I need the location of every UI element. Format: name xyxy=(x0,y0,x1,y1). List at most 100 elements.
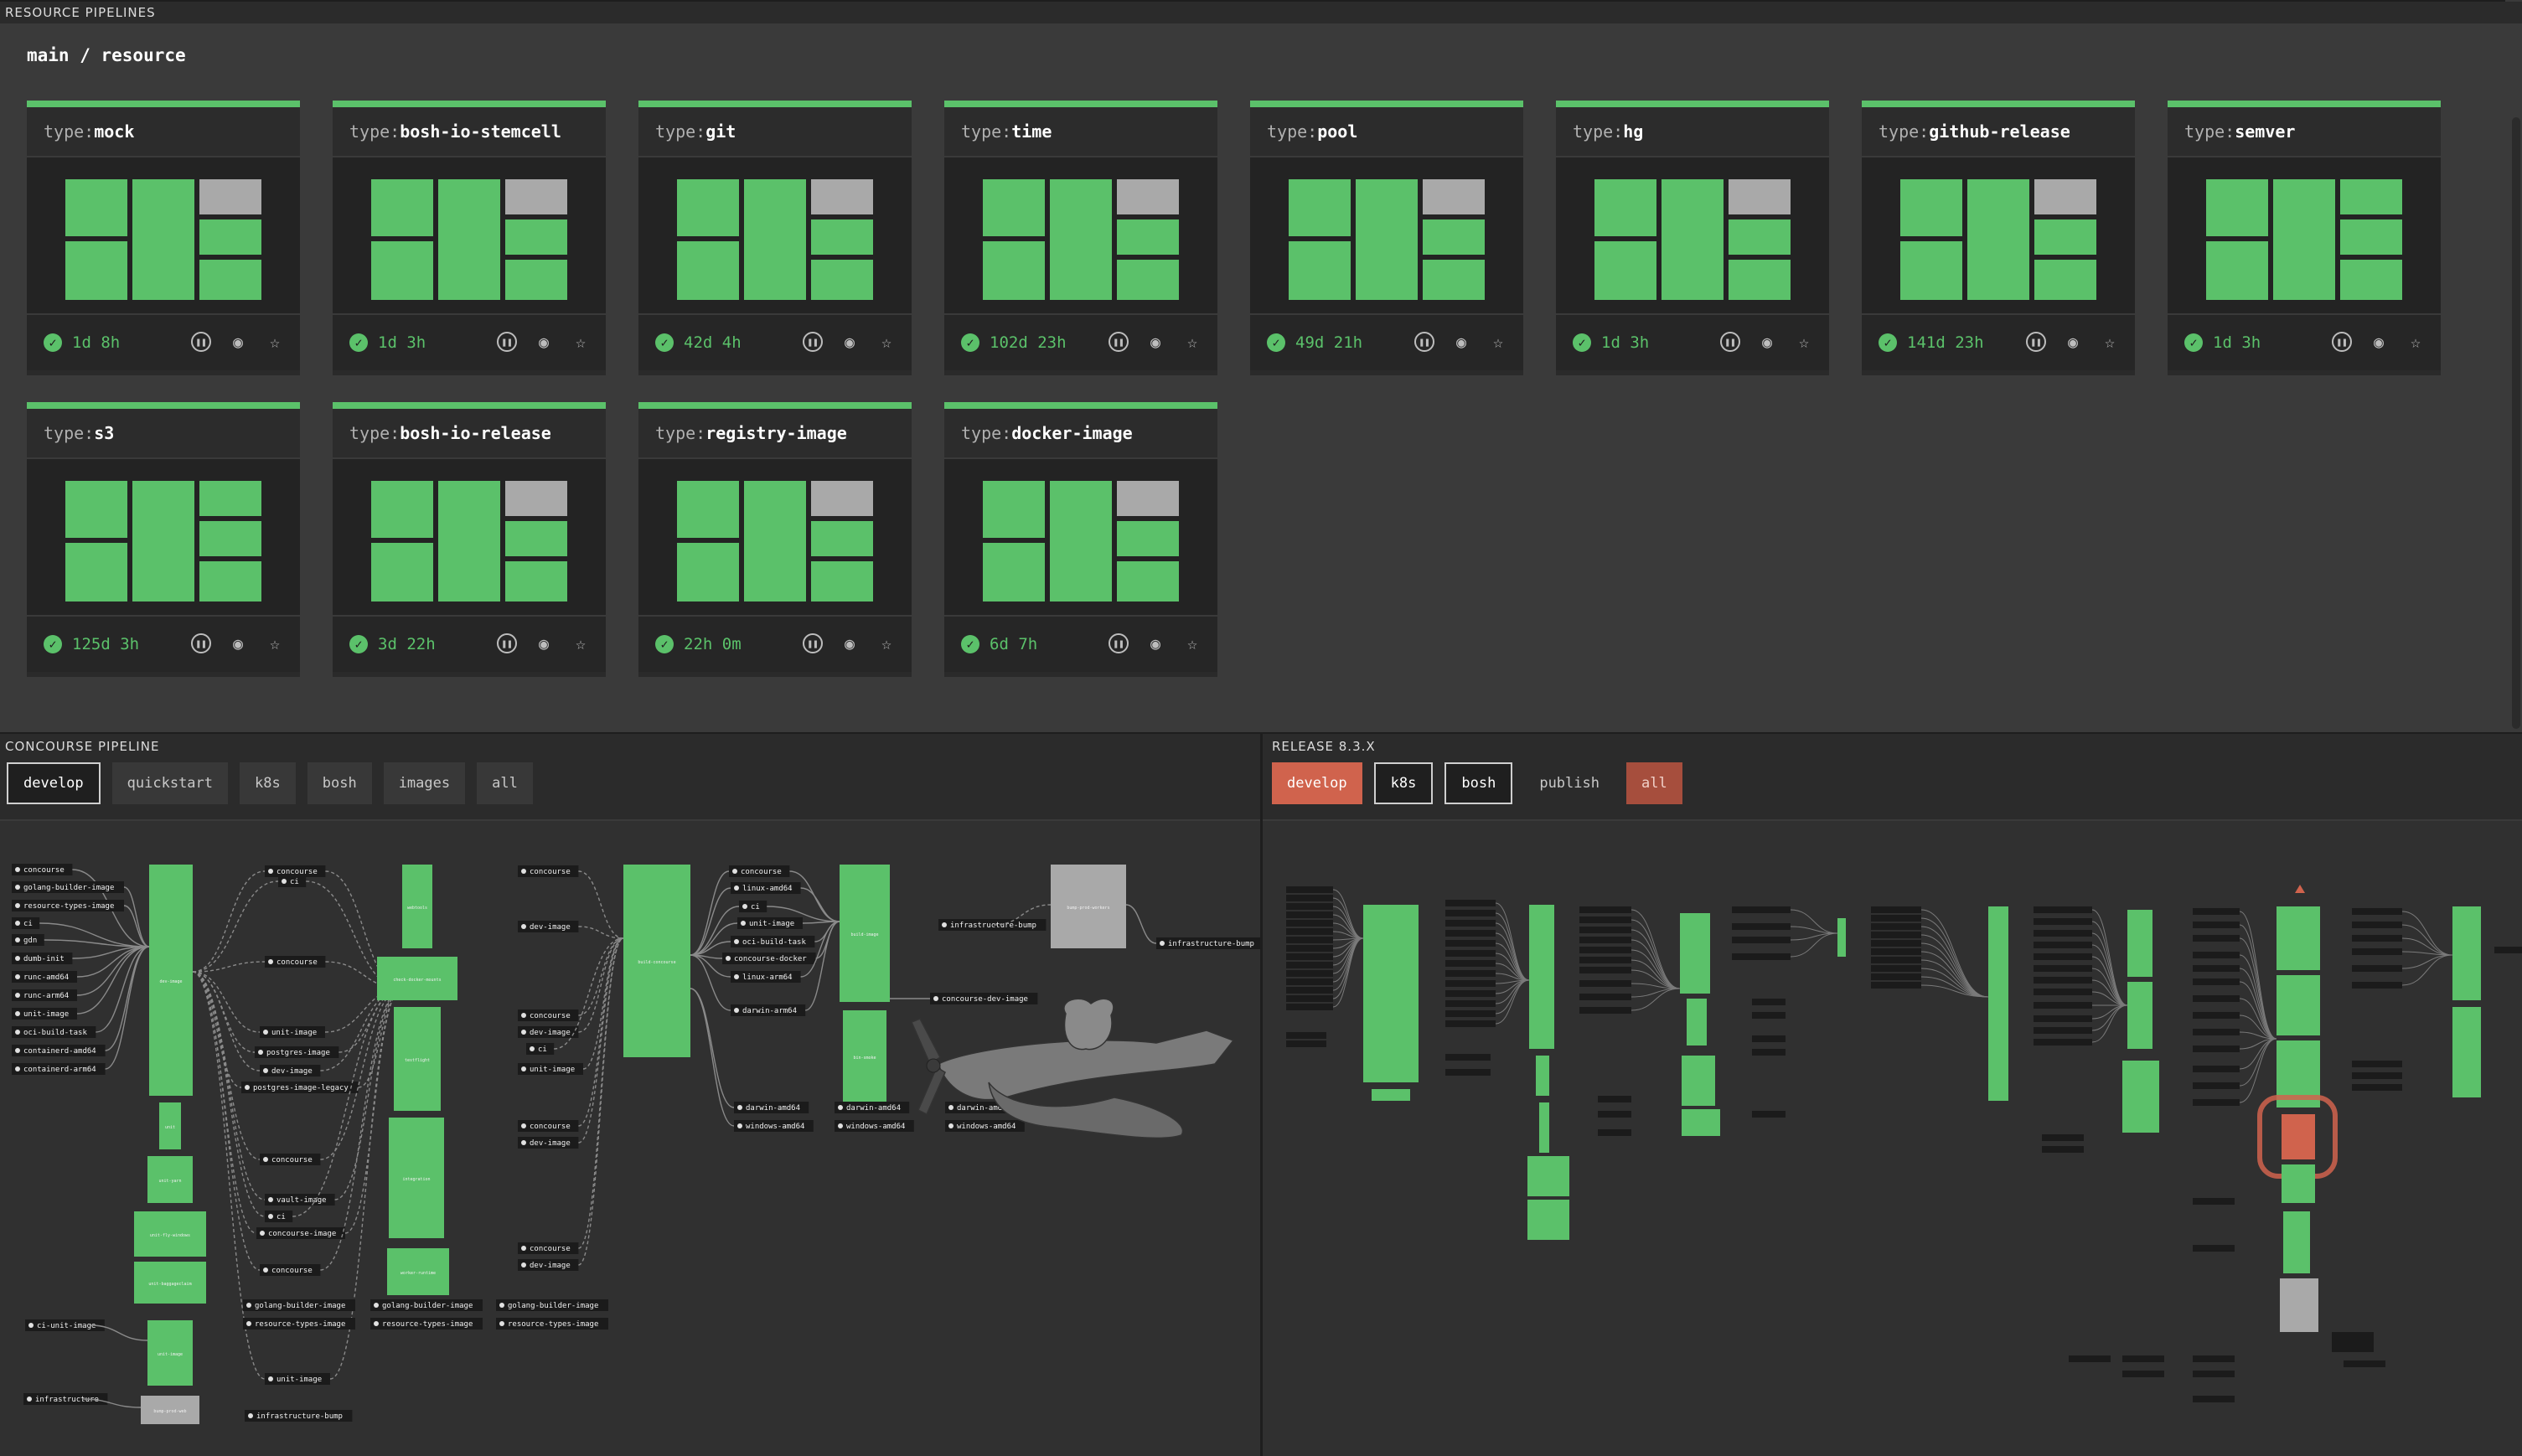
job-tile[interactable] xyxy=(505,260,567,300)
resource-node[interactable] xyxy=(2069,1355,2111,1362)
concourse-pipeline-graph[interactable]: concourse golang-builder-image resource-ty… xyxy=(0,821,1260,1456)
pipeline-card[interactable]: type: time ✓ 102d 23h ❚❚ ◉ ☆ xyxy=(944,101,1217,375)
eye-icon[interactable]: ◉ xyxy=(1145,633,1165,653)
resource-node[interactable] xyxy=(2122,1355,2164,1362)
resource-node[interactable] xyxy=(1871,973,1921,980)
pipeline-card-title[interactable]: type: github-release xyxy=(1862,107,2135,157)
resource-node[interactable] xyxy=(1579,916,1631,923)
pipeline-card-title[interactable]: type: hg xyxy=(1556,107,1829,157)
job-tile[interactable] xyxy=(677,543,739,602)
job-tile[interactable] xyxy=(199,521,261,556)
eye-icon[interactable]: ◉ xyxy=(228,332,248,352)
resource-node[interactable] xyxy=(2332,1345,2374,1352)
job-tile[interactable] xyxy=(65,481,127,538)
paused-job-tile[interactable] xyxy=(1117,481,1179,516)
job-tile[interactable] xyxy=(65,543,127,602)
resource-node[interactable] xyxy=(2352,908,2402,915)
pipeline-preview[interactable] xyxy=(1250,157,1523,313)
resource-node[interactable] xyxy=(1286,945,1333,952)
resource-node[interactable] xyxy=(1871,982,1921,989)
pipeline-card[interactable]: type: hg ✓ 1d 3h ❚❚ ◉ ☆ xyxy=(1556,101,1829,375)
pipeline-card-title[interactable]: type: registry-image xyxy=(638,409,912,459)
paused-job-tile[interactable] xyxy=(505,179,567,214)
star-icon[interactable]: ☆ xyxy=(1182,633,1202,653)
job-tile[interactable] xyxy=(811,219,873,255)
star-icon[interactable]: ☆ xyxy=(2406,332,2426,352)
pipeline-preview[interactable] xyxy=(333,459,606,615)
paused-job-tile[interactable] xyxy=(811,179,873,214)
pipeline-card[interactable]: type: git ✓ 42d 4h ❚❚ ◉ ☆ xyxy=(638,101,912,375)
resource-node[interactable] xyxy=(2193,922,2240,928)
job-tile[interactable] xyxy=(677,241,739,300)
job-node[interactable] xyxy=(1837,918,1846,957)
resource-node[interactable] xyxy=(1752,1012,1786,1019)
resource-node[interactable] xyxy=(2352,1084,2402,1091)
eye-icon[interactable]: ◉ xyxy=(840,332,860,352)
resource-node[interactable] xyxy=(2193,1396,2235,1402)
pause-icon[interactable]: ❚❚ xyxy=(2026,332,2046,352)
pause-icon[interactable]: ❚❚ xyxy=(191,633,211,653)
resource-node[interactable] xyxy=(1871,948,1921,955)
job-tile[interactable] xyxy=(65,241,127,300)
resource-node[interactable] xyxy=(2034,1027,2092,1034)
eye-icon[interactable]: ◉ xyxy=(2369,332,2389,352)
job-tile[interactable] xyxy=(2206,179,2268,236)
star-icon[interactable]: ☆ xyxy=(1794,332,1814,352)
resource-node[interactable] xyxy=(1732,906,1791,913)
pipeline-card-title[interactable]: type: bosh-io-stemcell xyxy=(333,107,606,157)
resource-node[interactable] xyxy=(1286,1040,1326,1047)
resource-node[interactable] xyxy=(2042,1146,2084,1153)
tab-images[interactable]: images xyxy=(383,762,466,804)
pipeline-preview[interactable] xyxy=(638,459,912,615)
job-tile[interactable] xyxy=(505,561,567,602)
resource-node[interactable] xyxy=(1286,1032,1326,1039)
job-tile[interactable] xyxy=(2340,179,2402,214)
job-tile[interactable] xyxy=(983,543,1045,602)
resource-node[interactable] xyxy=(2193,952,2240,958)
star-icon[interactable]: ☆ xyxy=(876,633,897,653)
resource-node[interactable] xyxy=(1445,1069,1491,1076)
resource-node[interactable] xyxy=(2193,1082,2240,1089)
resource-node[interactable] xyxy=(1579,1007,1631,1014)
resource-node[interactable] xyxy=(2034,918,2092,925)
resource-node[interactable] xyxy=(2193,1355,2235,1362)
resource-node[interactable] xyxy=(1752,1049,1786,1056)
pipeline-card[interactable]: type: semver ✓ 1d 3h ❚❚ ◉ ☆ xyxy=(2168,101,2441,375)
resource-node[interactable] xyxy=(2122,1371,2164,1377)
resource-node[interactable] xyxy=(2193,1371,2235,1377)
pipeline-preview[interactable] xyxy=(333,157,606,313)
resource-node[interactable] xyxy=(1579,994,1631,1000)
job-tile[interactable] xyxy=(1967,179,2029,300)
resource-node[interactable] xyxy=(1286,987,1333,994)
resource-node[interactable] xyxy=(1445,920,1496,927)
resource-node[interactable] xyxy=(1286,903,1333,910)
resource-node[interactable] xyxy=(1732,937,1791,943)
resource-node[interactable] xyxy=(1286,928,1333,935)
eye-icon[interactable]: ◉ xyxy=(840,633,860,653)
job-tile[interactable] xyxy=(199,260,261,300)
resource-node[interactable] xyxy=(2193,1245,2235,1252)
resource-node[interactable] xyxy=(1286,970,1333,977)
resource-node[interactable] xyxy=(2193,1066,2240,1072)
job-tile[interactable] xyxy=(983,179,1045,236)
resource-node[interactable] xyxy=(1286,995,1333,1002)
star-icon[interactable]: ☆ xyxy=(1488,332,1508,352)
resource-node[interactable] xyxy=(2034,1039,2092,1046)
resource-node[interactable] xyxy=(2034,906,2092,913)
job-node[interactable] xyxy=(1527,1156,1569,1196)
resource-node[interactable] xyxy=(1732,953,1791,960)
resource-node[interactable] xyxy=(1286,1004,1333,1010)
resource-node[interactable] xyxy=(2193,1029,2240,1035)
resource-node[interactable] xyxy=(1598,1129,1631,1136)
pipeline-preview[interactable] xyxy=(27,157,300,313)
resource-node[interactable] xyxy=(2332,1339,2374,1345)
pipeline-card-title[interactable]: type: git xyxy=(638,107,912,157)
release-pipeline-graph[interactable] xyxy=(1263,821,2522,1456)
job-tile[interactable] xyxy=(132,179,194,300)
resource-node[interactable] xyxy=(2193,1198,2235,1205)
pause-icon[interactable]: ❚❚ xyxy=(497,633,517,653)
resource-node[interactable] xyxy=(1871,906,1921,913)
star-icon[interactable]: ☆ xyxy=(2100,332,2120,352)
job-tile[interactable] xyxy=(1662,179,1724,300)
resource-node[interactable] xyxy=(1445,900,1496,906)
